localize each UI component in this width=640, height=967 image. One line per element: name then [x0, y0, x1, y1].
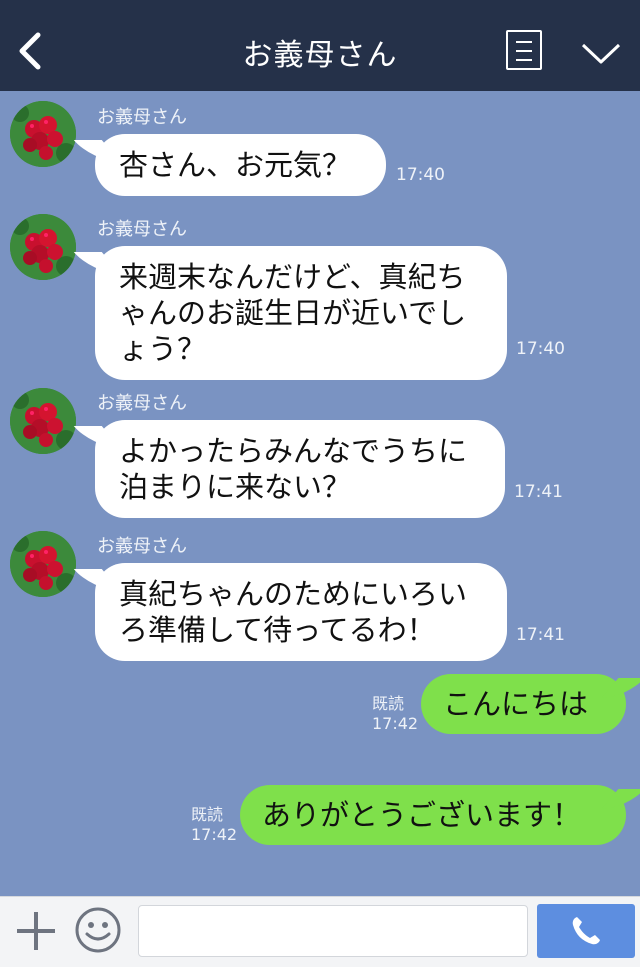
message-line: 杏さん、お元気？	[119, 148, 352, 182]
phone-icon	[572, 917, 600, 945]
chat-title: お義母さん	[242, 38, 398, 73]
message-line: よかったらみんなでうちに	[119, 434, 468, 468]
message-bubble[interactable]: 杏さん、お元気？	[95, 134, 386, 196]
sender-name: お義母さん	[97, 107, 187, 128]
message-line: ゃんのお誕生日が近いでし	[119, 296, 467, 330]
message-line: ろ準備して待ってるわ！	[119, 613, 436, 647]
chat-header: お義母さん	[0, 0, 640, 91]
chat-area: お義母さん 杏さん、お元気？ 17:40 お義母さん 来週末なんだけど、真紀ち …	[0, 91, 640, 896]
message-composer	[0, 896, 640, 967]
sender-name: お義母さん	[97, 536, 187, 557]
call-button[interactable]	[537, 904, 635, 958]
message-bubble[interactable]: よかったらみんなでうちに 泊まりに来ない？	[95, 420, 505, 518]
avatar[interactable]	[10, 531, 76, 597]
message-time: 17:40	[396, 165, 445, 185]
read-receipt: 既読 17:42	[191, 805, 238, 844]
sender-name: お義母さん	[97, 393, 187, 414]
message-time: 17:41	[516, 625, 565, 645]
message-bubble[interactable]: 真紀ちゃんのためにいろい ろ準備して待ってるわ！	[95, 563, 507, 661]
message-time: 17:41	[514, 482, 563, 502]
message-line: 来週末なんだけど、真紀ち	[119, 260, 466, 294]
smile-icon[interactable]	[74, 906, 122, 954]
message-input[interactable]	[138, 905, 528, 957]
plus-icon[interactable]	[14, 909, 58, 953]
outgoing-message-bubble[interactable]: ありがとうございます！	[240, 785, 626, 845]
message-bubble[interactable]: 来週末なんだけど、真紀ち ゃんのお誕生日が近いでし ょう？	[95, 246, 507, 380]
message-line: 泊まりに来ない？	[119, 470, 352, 504]
message-line: 真紀ちゃんのためにいろい	[119, 577, 468, 611]
avatar[interactable]	[10, 101, 76, 167]
message-line: ょう？	[119, 332, 207, 366]
chevron-down-icon[interactable]	[580, 40, 622, 68]
outgoing-message-bubble[interactable]: こんにちは	[421, 674, 626, 734]
avatar[interactable]	[10, 214, 76, 280]
read-receipt: 既読 17:42	[372, 694, 419, 733]
menu-icon[interactable]	[506, 30, 542, 70]
sender-name: お義母さん	[97, 219, 187, 240]
message-time: 17:40	[516, 339, 565, 359]
avatar[interactable]	[10, 388, 76, 454]
